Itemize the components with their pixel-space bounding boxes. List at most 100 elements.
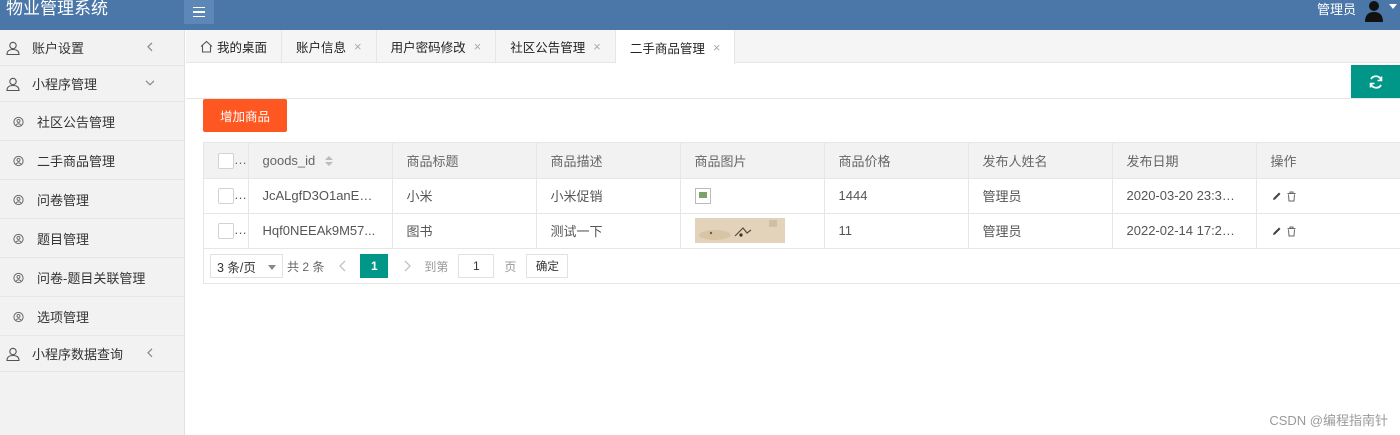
sidebar-item-label: 问卷管理 [37, 192, 90, 208]
sidebar-item-label: 问卷-题目关联管理 [37, 270, 146, 286]
user-icon [6, 77, 20, 91]
sidebar-item-6[interactable]: 问卷-题目关联管理 [0, 258, 184, 297]
sidebar-item-label: 小程序管理 [32, 77, 98, 92]
current-page-button[interactable]: 1 [360, 254, 389, 278]
edit-icon[interactable] [1271, 191, 1282, 202]
edit-icon[interactable] [1271, 226, 1282, 237]
sidebar-item-label: 题目管理 [37, 231, 90, 247]
cell-publisher: 管理员 [968, 178, 1113, 214]
sidebar-item-4[interactable]: 问卷管理 [0, 180, 184, 219]
header-goods-id[interactable]: goods_id [248, 143, 393, 179]
cell-actions [1256, 213, 1400, 249]
add-goods-button[interactable]: 增加商品 [203, 99, 287, 132]
tab-0[interactable]: 我的桌面 [186, 30, 283, 63]
cell-desc: 小米促销 [536, 178, 681, 214]
delete-icon[interactable] [1286, 226, 1297, 237]
cell-date: 2022-02-14 17:29:... [1112, 213, 1257, 249]
cell-publisher: 管理员 [968, 213, 1113, 249]
tab-3[interactable]: 社区公告管理 × [496, 30, 616, 63]
cell-goods_id: JcALgfD3O1anEu8J [248, 178, 393, 214]
avatar-icon[interactable] [1364, 0, 1384, 22]
row-checkbox[interactable] [218, 222, 234, 239]
cell-price: 1444 [824, 178, 969, 214]
sidebar-item-label: 账户设置 [32, 41, 85, 56]
user-circle-icon [13, 272, 24, 284]
goto-page-input[interactable]: 1 [458, 254, 495, 278]
hamburger-icon [193, 6, 205, 9]
cell-title: 图书 [392, 213, 537, 249]
broken-image-icon [694, 187, 711, 204]
watermark: CSDN @编程指南针 [1269, 413, 1388, 428]
select-all-checkbox[interactable] [218, 152, 234, 169]
delete-icon[interactable] [1286, 191, 1297, 202]
user-icon [6, 41, 20, 55]
sidebar-item-5[interactable]: 题目管理 [0, 219, 184, 258]
tab-2[interactable]: 用户密码修改 × [377, 30, 497, 63]
sidebar-item-7[interactable]: 选项管理 [0, 297, 184, 336]
goto-label: 到第 [424, 259, 449, 274]
chevron-left-icon [144, 346, 156, 358]
pagination: 3 条/页 共 2 条 1 到第 1 页 确定 [210, 254, 569, 278]
header-image: 商品图片 [680, 143, 825, 179]
sidebar-item-2[interactable]: 社区公告管理 [0, 102, 184, 141]
total-count: 共 2 条 [287, 259, 325, 274]
close-icon[interactable]: × [474, 39, 482, 54]
cell-actions [1256, 178, 1400, 214]
tab-bar: 我的桌面 账户信息 × 用户密码修改 × 社区公告管理 × 二手商品管理 × [186, 30, 1400, 64]
user-circle-icon [13, 311, 24, 323]
page-size-select[interactable]: 3 条/页 [210, 254, 283, 278]
sidebar: 账户设置小程序管理社区公告管理 二手商品管理 问卷管理题目管理问卷-题目关联管理 选项… [0, 30, 185, 435]
refresh-icon [1369, 74, 1382, 89]
toolbar-divider [186, 98, 1400, 99]
select-all-cell [204, 143, 249, 179]
user-circle-icon [13, 194, 24, 206]
app-title: 物业管理系统 [6, 0, 108, 18]
home-icon [200, 40, 217, 53]
refresh-button[interactable] [1351, 65, 1400, 98]
sidebar-item-label: 二手商品管理 [37, 153, 116, 169]
row-checkbox[interactable] [218, 187, 234, 204]
cell-image [680, 213, 825, 249]
sidebar-item-3[interactable]: 二手商品管理 [0, 141, 184, 180]
sidebar-item-label: 选项管理 [37, 309, 90, 325]
tab-label: 我的桌面 [217, 41, 268, 55]
close-icon[interactable]: × [354, 39, 362, 54]
header-actions: 操作 [1256, 143, 1400, 179]
table-row[interactable]: JcALgfD3O1anEu8J 小米 小米促销 1444 管理员 2020-03-20 … [204, 178, 1400, 214]
sidebar-item-label: 社区公告管理 [37, 114, 116, 130]
menu-toggle-button[interactable] [184, 0, 214, 24]
close-icon[interactable]: × [593, 39, 601, 54]
prev-page-icon[interactable] [338, 260, 348, 272]
header-date: 发布日期 [1112, 143, 1257, 179]
chevron-down-icon [144, 76, 156, 88]
close-icon[interactable]: × [713, 40, 721, 55]
tab-label: 用户密码修改 [390, 41, 466, 55]
cell-date: 2020-03-20 23:33:... [1112, 178, 1257, 214]
cell-image [680, 178, 825, 214]
header-price: 商品价格 [824, 143, 969, 179]
goto-confirm-button[interactable]: 确定 [526, 254, 569, 278]
tab-1[interactable]: 账户信息 × [282, 30, 377, 63]
goods-table: goods_id 商品标题 商品描述 商品图片 商品价格 发布人姓名 发布日期 … [204, 143, 1400, 249]
cell-price: 11 [824, 213, 969, 249]
page-unit-label: 页 [504, 259, 517, 274]
user-circle-icon [13, 116, 24, 128]
user-caret-icon[interactable] [1389, 4, 1397, 9]
tab-label: 社区公告管理 [510, 41, 586, 55]
sidebar-item-8[interactable]: 小程序数据查询 [0, 336, 184, 372]
user-circle-icon [13, 155, 24, 167]
user-icon [6, 347, 20, 361]
sidebar-item-0[interactable]: 账户设置 [0, 30, 184, 66]
table-header-row: goods_id 商品标题 商品描述 商品图片 商品价格 发布人姓名 发布日期 … [204, 143, 1400, 179]
cell-desc: 测试一下 [536, 213, 681, 249]
user-name[interactable]: 管理员 [1317, 0, 1356, 20]
tab-label: 二手商品管理 [629, 41, 705, 56]
tab-4[interactable]: 二手商品管理 × [615, 30, 736, 64]
header-publisher: 发布人姓名 [968, 143, 1113, 179]
sort-icon[interactable] [324, 156, 333, 167]
top-header: 物业管理系统 管理员 [0, 0, 1400, 30]
user-circle-icon [13, 233, 24, 245]
sidebar-item-1[interactable]: 小程序管理 [0, 66, 184, 102]
next-page-icon[interactable] [402, 260, 412, 272]
table-row[interactable]: Hqf0NEEAk9M57... 图书 测试一下 11 管理员 2022-02-14 17… [204, 213, 1400, 249]
